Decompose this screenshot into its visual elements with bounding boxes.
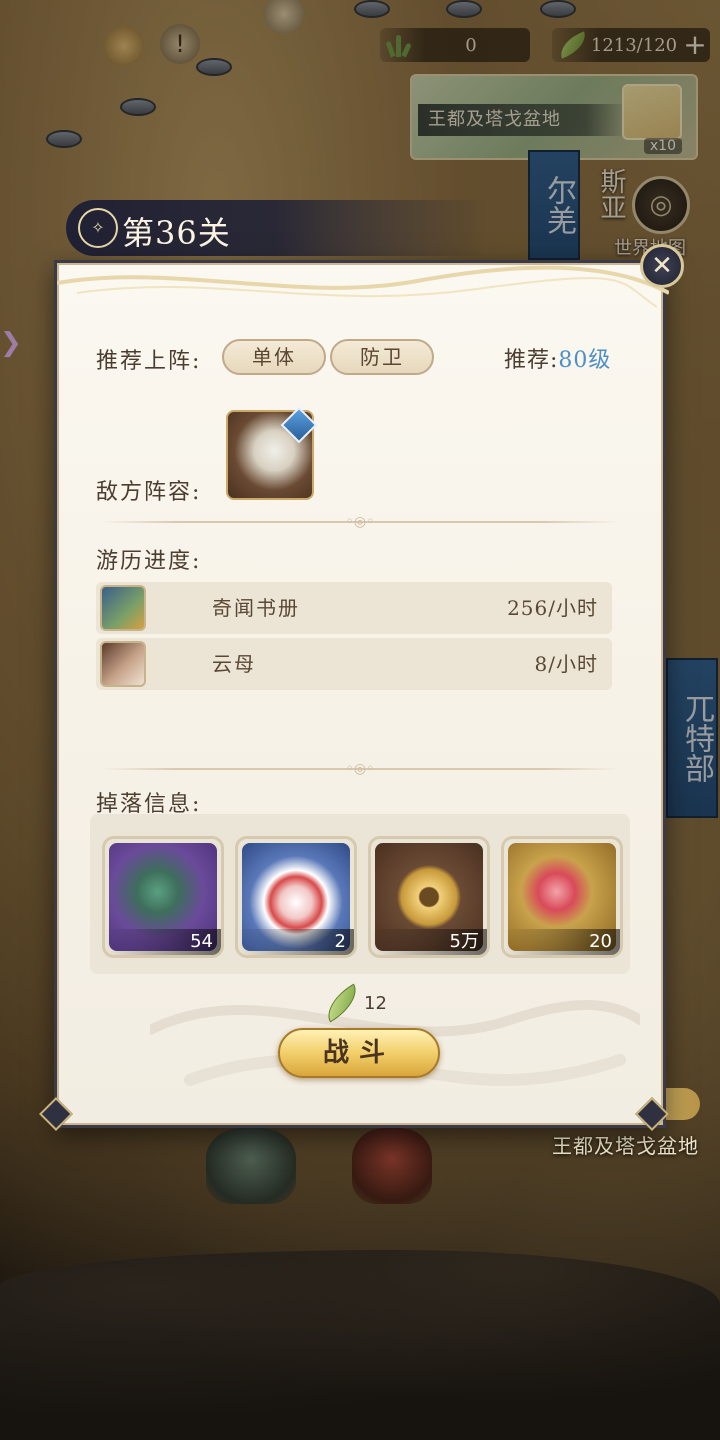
drop-item[interactable]: 54 [102, 836, 224, 958]
progress-item-rate: 8/小时 [534, 652, 598, 676]
stage-title: 第36关 [122, 214, 231, 252]
fight-button[interactable]: 战斗 [278, 1028, 440, 1078]
recommend-tag: 单体 [222, 339, 326, 375]
mica-icon [100, 641, 146, 687]
recommend-level: 推荐:80级 [504, 342, 611, 374]
enemy-label: 敌方阵容: [96, 480, 202, 505]
drop-count: 2 [238, 929, 354, 955]
progress-row: 云母 8/小时 [96, 638, 612, 690]
stage-title-banner: ✧ 第36关 [66, 200, 486, 256]
recommend-label: 推荐上阵: [96, 349, 202, 374]
leaf-icon [319, 983, 365, 1023]
drop-count: 20 [504, 929, 620, 955]
progress-row: 奇闻书册 256/小时 [96, 582, 612, 634]
drop-item[interactable]: 20 [501, 836, 623, 958]
divider-ornament: ◦◎◦ [345, 514, 375, 530]
dunes-silhouette [0, 1250, 720, 1440]
stage-emblem-icon: ✧ [78, 208, 118, 248]
progress-item-name: 云母 [212, 652, 256, 676]
divider-ornament: ◦◎◦ [345, 761, 375, 777]
drop-item[interactable]: 2 [235, 836, 357, 958]
progress-item-rate: 256/小时 [507, 596, 598, 620]
recommend-level-label: 推荐: [504, 348, 559, 373]
stamina-cost: 12 [319, 983, 387, 1023]
bottom-region-label[interactable]: 王都及塔戈盆地 [552, 1130, 699, 1159]
progress-item-name: 奇闻书册 [212, 596, 300, 620]
drop-count: 5万 [371, 929, 487, 955]
progress-label: 游历进度: [96, 549, 202, 574]
recommend-tag: 防卫 [330, 339, 434, 375]
recommend-level-value: 80级 [558, 348, 612, 373]
book-icon [100, 585, 146, 631]
decorative-swirl [57, 265, 669, 308]
close-button[interactable]: ✕ [640, 244, 684, 288]
drop-item[interactable]: 5万 [368, 836, 490, 958]
stamina-cost-value: 12 [364, 992, 387, 1014]
drop-count: 54 [105, 929, 221, 955]
